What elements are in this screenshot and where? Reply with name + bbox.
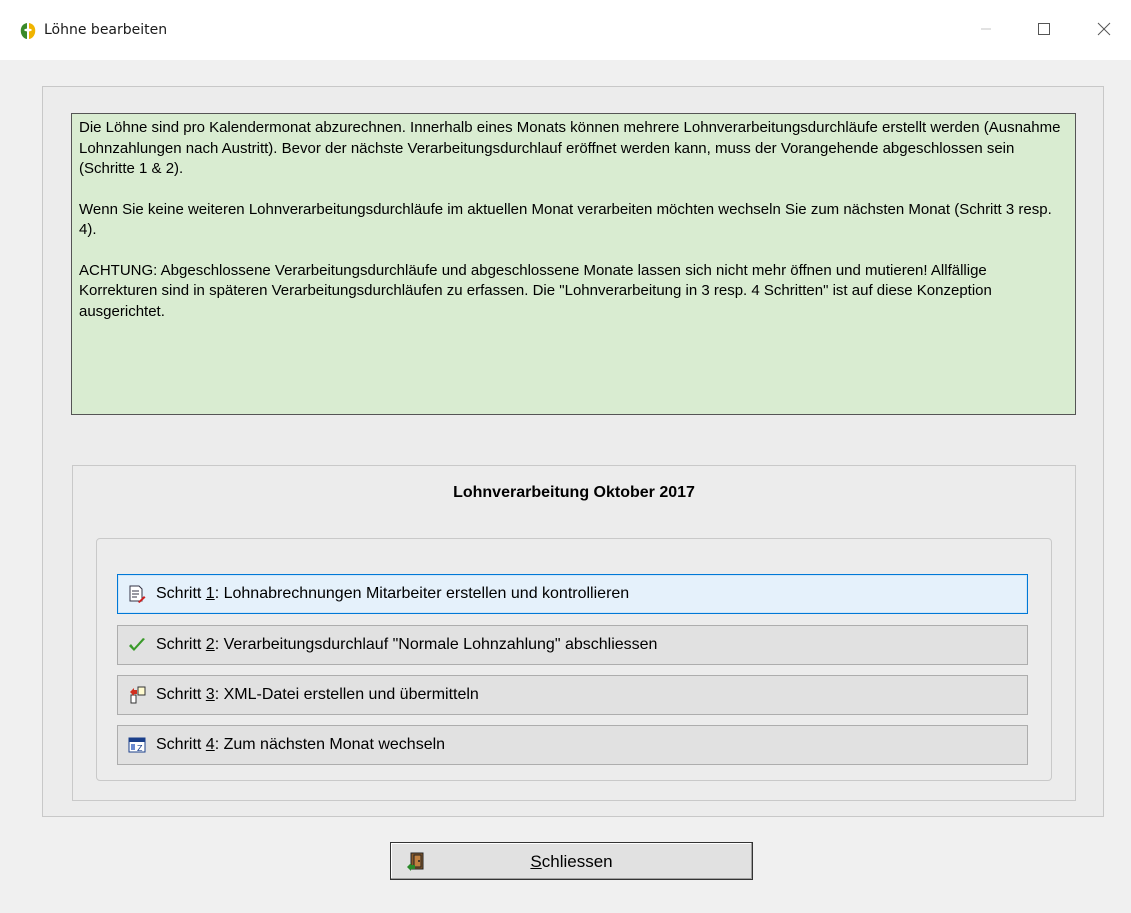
step-3-button[interactable]: Schritt 3: XML-Datei erstellen und überm… [117,675,1028,715]
step-3-label: Schritt 3: XML-Datei erstellen und überm… [156,686,479,703]
step-1-button[interactable]: Schritt 1: Lohnabrechnungen Mitarbeiter … [117,574,1028,614]
step-1-label: Schritt 1: Lohnabrechnungen Mitarbeiter … [156,585,630,602]
checkmark-icon [126,634,148,656]
process-title: Lohnverarbeitung Oktober 2017 [453,484,695,501]
info-paragraph-2: Wenn Sie keine weiteren Lohnverarbeitung… [79,200,1052,239]
maximize-icon [1038,23,1050,35]
close-button-label: Schliessen [530,852,613,871]
svg-text:Z: Z [137,744,143,753]
close-icon [1097,22,1111,36]
step-4-label: Schritt 4: Zum nächsten Monat wechseln [156,736,446,753]
dialog-window: Löhne bearbeiten Die Löhne sind pro Kale… [0,0,1131,913]
step-4-button[interactable]: Z Schritt 4: Zum nächsten Monat wechseln [117,725,1028,765]
info-text-box: Die Löhne sind pro Kalendermonat abzurec… [71,113,1076,415]
info-paragraph-3: ACHTUNG: Abgeschlossene Verarbeitungsdur… [79,261,992,320]
app-logo-icon [20,23,36,39]
window-title: Löhne bearbeiten [44,22,168,38]
title-bar[interactable]: Löhne bearbeiten [0,0,1131,60]
maximize-button[interactable] [1022,13,1066,45]
xml-transfer-icon [126,684,148,706]
calendar-icon: Z [126,734,148,756]
close-window-button[interactable] [1082,13,1126,45]
close-button[interactable]: Schliessen [390,842,753,880]
step-2-button[interactable]: Schritt 2: Verarbeitungsdurchlauf "Norma… [117,625,1028,665]
step-2-label: Schritt 2: Verarbeitungsdurchlauf "Norma… [156,636,658,653]
minimize-button[interactable] [964,13,1008,45]
info-paragraph-1: Die Löhne sind pro Kalendermonat abzurec… [79,119,1061,177]
minimize-icon [981,28,991,30]
report-edit-icon [126,583,148,605]
